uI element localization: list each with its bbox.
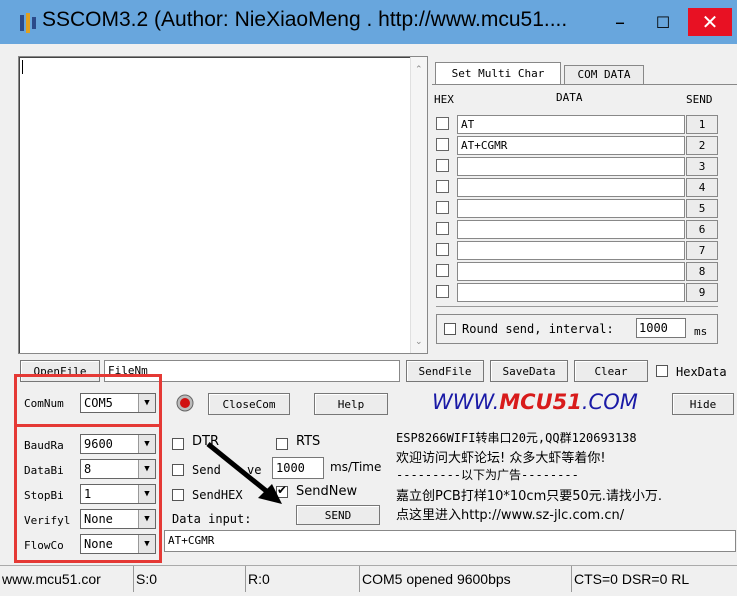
send-new-label: SendNew [296, 484, 358, 499]
receive-textarea[interactable]: ⌃ ⌄ [18, 56, 428, 354]
maximize-button[interactable]: ☐ [645, 8, 681, 36]
tab-set-multi-char[interactable]: Set Multi Char [435, 62, 561, 84]
row-data-input[interactable]: AT [457, 115, 685, 134]
row-data-input[interactable] [457, 220, 685, 239]
close-com-button[interactable]: CloseCom [208, 393, 290, 415]
hex-data-label: HexData [676, 365, 727, 379]
ad-line: 欢迎访问大虾论坛! 众多大虾等着你! [396, 451, 606, 466]
row-data-input[interactable] [457, 241, 685, 260]
row-data-input[interactable] [457, 157, 685, 176]
ad-link[interactable]: 点这里进入http://www.sz-jlc.com.cn/ [396, 504, 624, 523]
row-data-input[interactable] [457, 283, 685, 302]
round-send-label: Round send, interval: [462, 322, 614, 336]
minimize-button[interactable]: – [600, 8, 640, 36]
round-send-checkbox[interactable] [444, 323, 456, 335]
row-hex-checkbox[interactable] [436, 201, 449, 214]
data-header: DATA [556, 91, 583, 104]
hex-data-checkbox[interactable] [656, 365, 668, 377]
tab-com-data[interactable]: COM DATA [564, 65, 644, 84]
row-send-button[interactable]: 7 [686, 241, 718, 260]
rows-divider [436, 306, 718, 310]
row-send-button[interactable]: 4 [686, 178, 718, 197]
row-send-button[interactable]: 3 [686, 157, 718, 176]
send-button[interactable]: SEND [296, 505, 380, 525]
row-hex-checkbox[interactable] [436, 285, 449, 298]
send-interval-unit: ms/Time [330, 460, 382, 474]
scroll-down-icon[interactable]: ⌄ [415, 337, 423, 347]
row-hex-checkbox[interactable] [436, 117, 449, 130]
row-data-input[interactable] [457, 178, 685, 197]
app-icon [20, 13, 36, 33]
row-hex-checkbox[interactable] [436, 159, 449, 172]
status-port-state: COM5 opened 9600bps [360, 566, 572, 592]
ad-line: 嘉立创PCB打样10*10cm只要50元.请找小万. [396, 489, 663, 504]
status-received-count: R:0 [246, 566, 360, 592]
ad-line: ESP8266WIFI转串口20元,QQ群120693138 [396, 431, 637, 445]
row-hex-checkbox[interactable] [436, 222, 449, 235]
annotation-arrow-icon [206, 442, 282, 504]
help-button[interactable]: Help [314, 393, 388, 415]
status-url[interactable]: www.mcu51.cor [0, 566, 134, 592]
receive-scrollbar[interactable]: ⌃ ⌄ [410, 57, 427, 353]
window-title: SSCOM3.2 (Author: NieXiaoMeng . http://w… [42, 8, 568, 31]
save-data-button[interactable]: SaveData [490, 360, 568, 382]
status-signals: CTS=0 DSR=0 RL [574, 571, 690, 587]
row-send-button[interactable]: 8 [686, 262, 718, 281]
status-sent-count: S:0 [134, 566, 246, 592]
row-data-input[interactable]: AT+CGMR [457, 136, 685, 155]
dtr-checkbox[interactable] [172, 438, 184, 450]
port-status-led-icon [176, 394, 194, 412]
brand-banner[interactable]: WWW.MCU51.COM [432, 390, 638, 414]
row-hex-checkbox[interactable] [436, 180, 449, 193]
data-input-field[interactable]: AT+CGMR [164, 530, 736, 552]
ad-panel[interactable]: ESP8266WIFI转串口20元,QQ群120693138 欢迎访问大虾论坛!… [394, 428, 734, 524]
close-button[interactable]: ✕ [688, 8, 732, 36]
sscom-window: SSCOM3.2 (Author: NieXiaoMeng . http://w… [0, 0, 737, 596]
scroll-up-icon[interactable]: ⌃ [415, 65, 423, 75]
ad-line: ---------以下为广告-------- [396, 468, 579, 482]
row-send-button[interactable]: 2 [686, 136, 718, 155]
row-hex-checkbox[interactable] [436, 138, 449, 151]
interval-unit: ms [694, 325, 708, 338]
clear-button[interactable]: Clear [574, 360, 648, 382]
send-hex-checkbox[interactable] [172, 489, 184, 501]
hex-header: HEX [434, 93, 454, 106]
send-header: SEND [686, 93, 713, 106]
interval-input[interactable]: 1000 [636, 318, 686, 338]
send-every-checkbox[interactable] [172, 464, 184, 476]
hide-button[interactable]: Hide [672, 393, 734, 415]
highlight-divider [14, 424, 162, 427]
row-hex-checkbox[interactable] [436, 264, 449, 277]
row-send-button[interactable]: 6 [686, 220, 718, 239]
row-data-input[interactable] [457, 199, 685, 218]
row-data-input[interactable] [457, 262, 685, 281]
text-cursor [22, 60, 23, 74]
title-bar[interactable]: SSCOM3.2 (Author: NieXiaoMeng . http://w… [0, 0, 737, 44]
row-send-button[interactable]: 9 [686, 283, 718, 302]
row-hex-checkbox[interactable] [436, 243, 449, 256]
data-input-label: Data input: [172, 512, 252, 526]
row-send-button[interactable]: 5 [686, 199, 718, 218]
highlight-frame [14, 374, 162, 563]
row-send-button[interactable]: 1 [686, 115, 718, 134]
send-file-button[interactable]: SendFile [406, 360, 484, 382]
